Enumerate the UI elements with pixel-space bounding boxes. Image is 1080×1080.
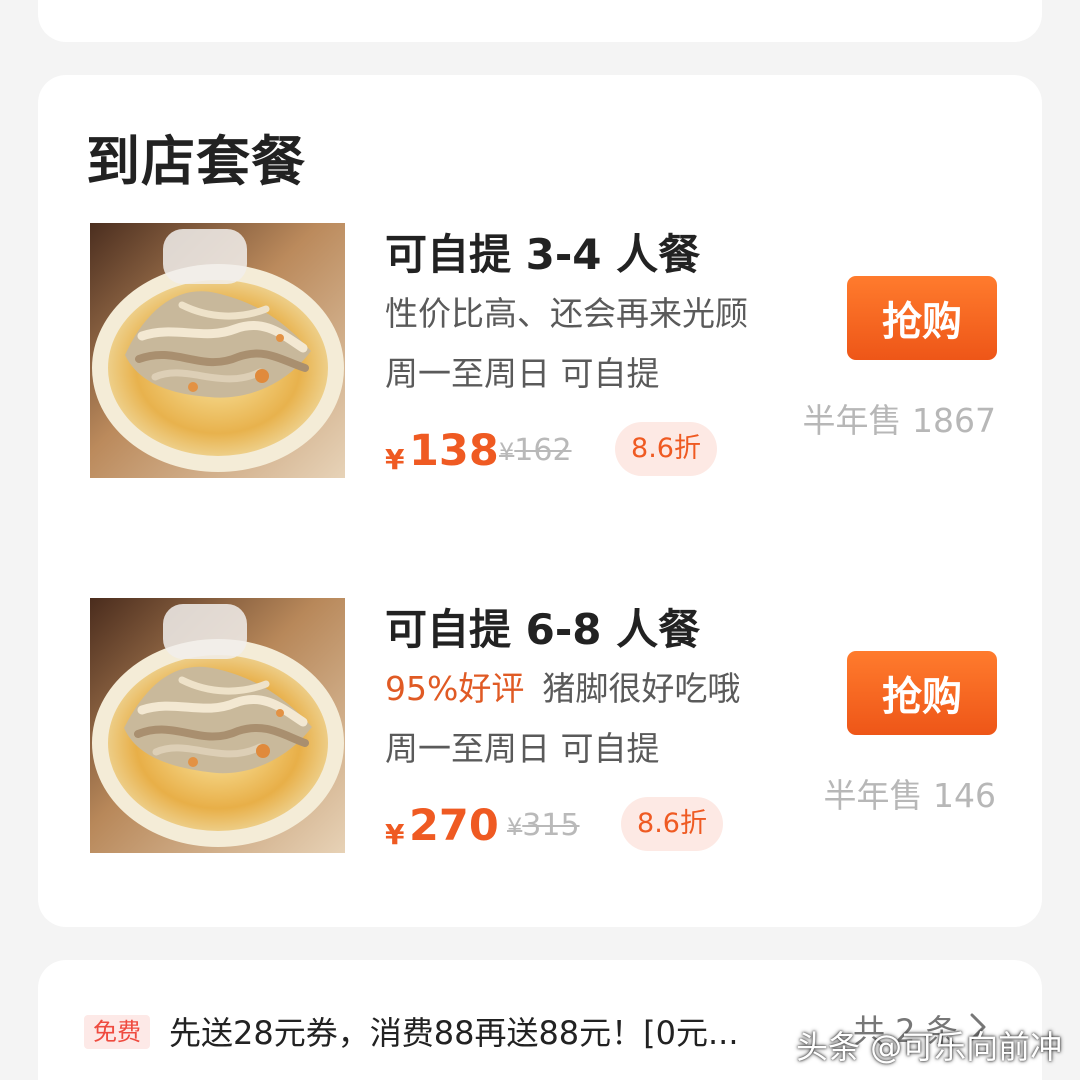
discount-badge: 8.6折 xyxy=(615,422,717,476)
deal-title: 可自提 6-8 人餐 xyxy=(385,605,701,654)
original-price-currency: ¥ xyxy=(499,438,515,466)
original-price: ¥162 xyxy=(499,433,572,468)
currency-symbol: ¥ xyxy=(385,443,405,476)
deal-availability: 周一至周日 可自提 xyxy=(385,729,660,768)
promotion-text[interactable]: 先送28元券，消费88再送88元！[0元... xyxy=(169,1008,739,1054)
original-price: ¥315 xyxy=(507,808,580,843)
watermark: 头条 @可乐向前冲 xyxy=(796,1028,1063,1066)
discount-badge: 8.6折 xyxy=(621,797,723,851)
rating-text: 95%好评 xyxy=(385,669,525,708)
deal-availability: 周一至周日 可自提 xyxy=(385,354,660,393)
food-image xyxy=(90,598,345,853)
store-package-card: 到店套餐 可自提 3-4 人餐 性价比高、还会再来光顾 周一至周日 可自提 ¥ … xyxy=(38,75,1042,927)
deal-price: 270 xyxy=(409,801,499,851)
sales-count: 半年售 1867 xyxy=(802,401,996,440)
deal-description: 性价比高、还会再来光顾 xyxy=(385,294,748,333)
food-photo-icon[interactable] xyxy=(90,223,345,478)
deal-item-3-4[interactable]: 可自提 3-4 人餐 性价比高、还会再来光顾 周一至周日 可自提 ¥ 138 ¥… xyxy=(38,223,1042,493)
food-photo-icon[interactable] xyxy=(90,598,345,853)
currency-symbol: ¥ xyxy=(385,818,405,851)
review-snippet: 猪脚很好吃哦 xyxy=(542,669,741,708)
original-price-currency: ¥ xyxy=(507,813,523,841)
buy-button[interactable]: 抢购 xyxy=(847,651,997,735)
section-title: 到店套餐 xyxy=(86,130,306,193)
food-image xyxy=(90,223,345,478)
free-badge: 免费 xyxy=(84,1015,150,1049)
top-card xyxy=(38,0,1042,42)
deal-item-6-8[interactable]: 可自提 6-8 人餐 95%好评 猪脚很好吃哦 周一至周日 可自提 ¥ 270 ¥… xyxy=(38,598,1042,868)
deal-title: 可自提 3-4 人餐 xyxy=(385,230,701,279)
buy-button[interactable]: 抢购 xyxy=(847,276,997,360)
page: 到店套餐 可自提 3-4 人餐 性价比高、还会再来光顾 周一至周日 可自提 ¥ … xyxy=(0,0,1080,1080)
deal-description: 95%好评 猪脚很好吃哦 xyxy=(385,662,740,710)
original-price-value: 162 xyxy=(514,433,572,468)
sales-count: 半年售 146 xyxy=(823,776,996,815)
deal-price: 138 xyxy=(409,426,499,476)
original-price-value: 315 xyxy=(522,808,580,843)
